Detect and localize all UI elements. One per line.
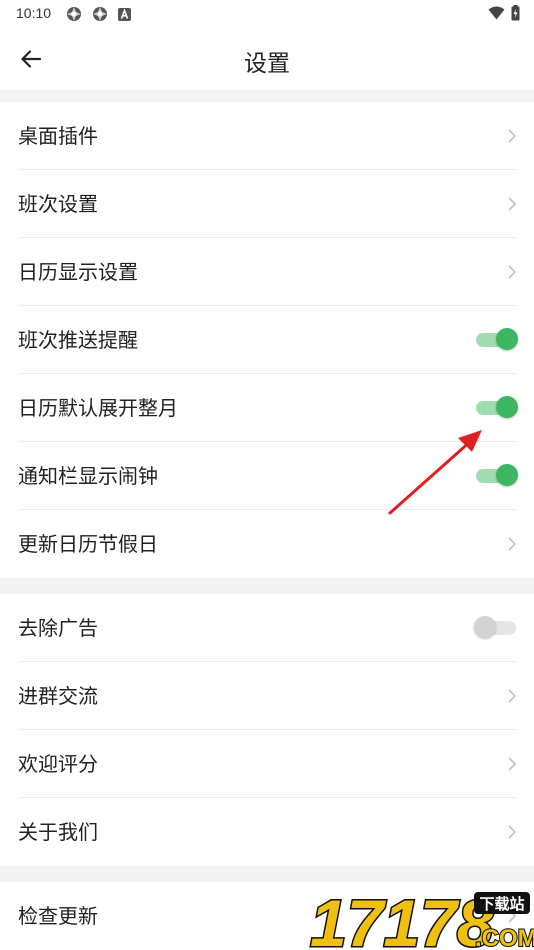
item-label: 通知栏显示闹钟: [18, 464, 158, 488]
settings-item-update-holidays[interactable]: 更新日历节假日: [0, 510, 534, 578]
chevron-right-icon: [508, 265, 517, 279]
app-notification-icon: [67, 7, 81, 21]
section-gap: [0, 90, 534, 102]
toggle-thumb: [496, 464, 518, 486]
item-label: 桌面插件: [18, 124, 98, 148]
section-gap: [0, 578, 534, 594]
shift-push-toggle[interactable]: [476, 328, 518, 350]
settings-item-calendar-display[interactable]: 日历显示设置: [0, 238, 534, 306]
chevron-right-icon: [508, 825, 517, 839]
status-right: [488, 5, 520, 21]
settings-item-shift-push-reminder: 班次推送提醒: [0, 306, 534, 374]
status-bar: 10:10: [0, 0, 534, 28]
item-label: 欢迎评分: [18, 752, 98, 776]
item-label: 班次设置: [18, 192, 98, 216]
watermark-tag: 下载站: [479, 895, 524, 913]
settings-item-notification-alarm: 通知栏显示闹钟: [0, 442, 534, 510]
chevron-right-icon: [508, 537, 517, 551]
chevron-right-icon: [508, 689, 517, 703]
app-notification-icon: [93, 7, 107, 21]
page-title: 设置: [244, 51, 290, 77]
settings-item-rate-app[interactable]: 欢迎评分: [0, 730, 534, 798]
status-time: 10:10: [16, 5, 52, 21]
settings-item-about-us[interactable]: 关于我们: [0, 798, 534, 866]
settings-item-desktop-widget[interactable]: 桌面插件: [0, 102, 534, 170]
item-label: 班次推送提醒: [18, 328, 138, 352]
chevron-right-icon: [508, 129, 517, 143]
calendar-expand-toggle[interactable]: [476, 396, 518, 418]
item-label: 更新日历节假日: [18, 532, 158, 556]
item-label: 关于我们: [18, 820, 98, 844]
watermark-suffix: .COM: [475, 925, 534, 950]
watermark-brand: 17178: [310, 888, 494, 950]
settings-item-shift-settings[interactable]: 班次设置: [0, 170, 534, 238]
item-label: 去除广告: [18, 616, 98, 640]
remove-ads-toggle[interactable]: [474, 616, 516, 638]
item-label: 检查更新: [18, 904, 98, 928]
chevron-right-icon: [508, 757, 517, 771]
app-bar: 设置: [0, 28, 534, 90]
wifi-icon: [488, 6, 505, 20]
settings-item-join-group[interactable]: 进群交流: [0, 662, 534, 730]
watermark-logo: 17178 下载站 .COM: [309, 888, 534, 950]
item-label: 日历显示设置: [18, 260, 138, 284]
section-gap: [0, 866, 534, 882]
a-badge-icon: [118, 8, 131, 21]
toggle-thumb: [496, 396, 518, 418]
settings-item-calendar-expand-month: 日历默认展开整月: [0, 374, 534, 442]
item-label: 日历默认展开整月: [18, 396, 178, 420]
toggle-thumb: [474, 616, 496, 638]
item-label: 进群交流: [18, 684, 98, 708]
chevron-right-icon: [508, 197, 517, 211]
settings-item-remove-ads: 去除广告: [0, 594, 534, 662]
notification-alarm-toggle[interactable]: [476, 464, 518, 486]
battery-icon: [511, 5, 520, 21]
toggle-thumb: [496, 328, 518, 350]
